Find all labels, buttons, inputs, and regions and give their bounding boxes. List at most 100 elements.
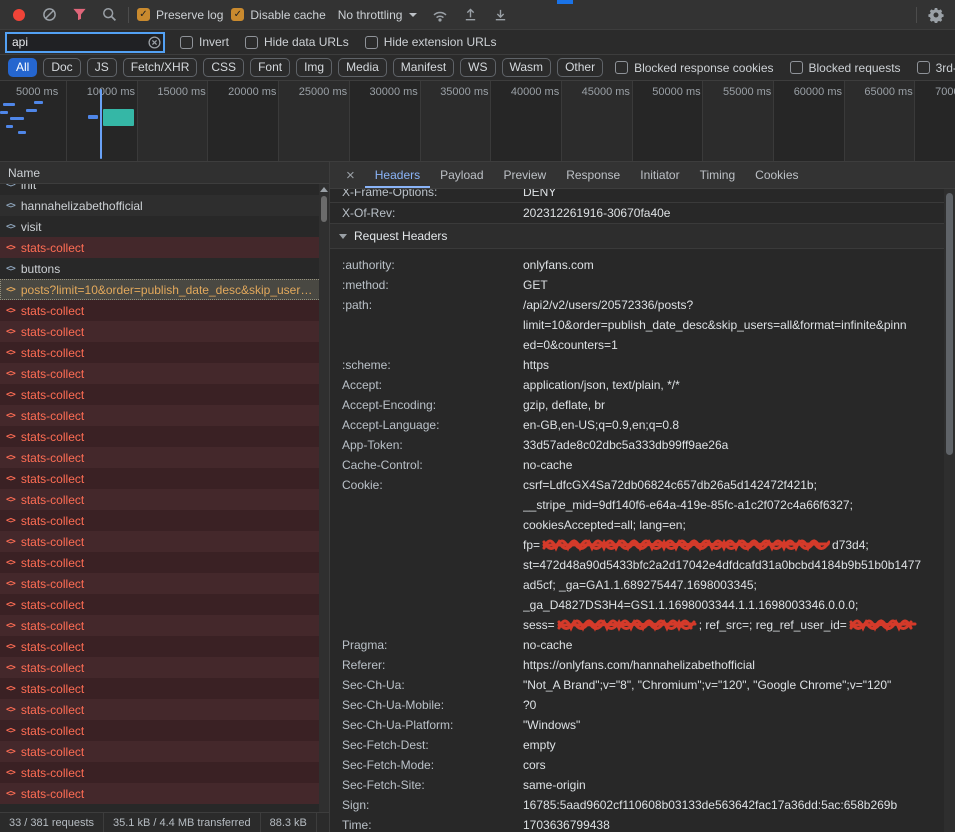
header-value: 202312261916-30670fa40e: [523, 203, 944, 223]
request-row-stats-collect[interactable]: <>stats-collect: [0, 489, 329, 510]
close-details-button[interactable]: ×: [336, 162, 365, 188]
request-row-stats-collect[interactable]: <>stats-collect: [0, 678, 329, 699]
request-name: stats-collect: [21, 346, 313, 360]
toolbar-divider: [128, 7, 129, 23]
checkbox-3rd-party-requests[interactable]: 3rd-party requests: [917, 61, 955, 75]
header-value: gzip, deflate, br: [523, 395, 944, 415]
type-chip-js[interactable]: JS: [87, 58, 117, 77]
request-row-stats-collect[interactable]: <>stats-collect: [0, 237, 329, 258]
header-name: :scheme:: [330, 355, 523, 375]
header-row-authority: :authority:onlyfans.com: [330, 255, 944, 275]
checkbox-hide-data-urls[interactable]: Hide data URLs: [245, 35, 349, 49]
scroll-up-arrow-icon[interactable]: [320, 187, 328, 192]
request-row-stats-collect[interactable]: <>stats-collect: [0, 615, 329, 636]
type-chip-media[interactable]: Media: [338, 58, 387, 77]
request-row-stats-collect[interactable]: <>stats-collect: [0, 447, 329, 468]
type-chip-manifest[interactable]: Manifest: [393, 58, 454, 77]
request-row-stats-collect[interactable]: <>stats-collect: [0, 741, 329, 762]
request-row-stats-collect[interactable]: <> stats-collect: [0, 426, 329, 447]
record-button[interactable]: [8, 3, 30, 27]
export-har-button[interactable]: [489, 3, 511, 27]
import-har-button[interactable]: [459, 3, 481, 27]
clear-filter-icon[interactable]: [148, 36, 161, 49]
tab-preview[interactable]: Preview: [494, 162, 557, 188]
request-row-buttons[interactable]: <>buttons: [0, 258, 329, 279]
checkbox-hide-extension-urls[interactable]: Hide extension URLs: [365, 35, 497, 49]
tab-initiator[interactable]: Initiator: [630, 162, 689, 188]
request-name: stats-collect: [21, 430, 313, 444]
name-column-header[interactable]: Name: [0, 162, 329, 184]
request-row-stats-collect[interactable]: <>stats-collect: [0, 363, 329, 384]
tab-headers[interactable]: Headers: [365, 162, 430, 188]
timeline-overview[interactable]: 5000 ms10000 ms15000 ms20000 ms25000 ms3…: [0, 81, 955, 162]
header-value: csrf=LdfcGX4Sa72db06824c657db26a5d142472…: [523, 475, 944, 635]
settings-gear-button[interactable]: [925, 3, 947, 27]
request-name: stats-collect: [21, 661, 313, 675]
request-row-stats-collect[interactable]: <>stats-collect: [0, 762, 329, 783]
request-list-scrollbar[interactable]: [319, 184, 329, 812]
request-row-stats-collect[interactable]: <>stats-collect: [0, 573, 329, 594]
request-row-stats-collect[interactable]: <>stats-collect: [0, 720, 329, 741]
type-chip-font[interactable]: Font: [250, 58, 290, 77]
search-button[interactable]: [98, 3, 120, 27]
throttling-dropdown[interactable]: No throttling: [334, 8, 422, 22]
checkbox-invert[interactable]: Invert: [180, 35, 229, 49]
request-row-init[interactable]: <>init: [0, 184, 329, 195]
header-value: onlyfans.com: [523, 255, 944, 275]
type-chip-other[interactable]: Other: [557, 58, 603, 77]
request-row-stats-collect[interactable]: <>stats-collect: [0, 321, 329, 342]
request-row-stats-collect[interactable]: <>stats-collect: [0, 342, 329, 363]
request-row-stats-collect[interactable]: <>stats-collect: [0, 594, 329, 615]
request-name: stats-collect: [21, 304, 313, 318]
header-value: same-origin: [523, 775, 944, 795]
type-chip-img[interactable]: Img: [296, 58, 332, 77]
type-chip-all[interactable]: All: [8, 58, 37, 77]
request-type-icon: <>: [6, 726, 15, 736]
type-chip-doc[interactable]: Doc: [43, 58, 80, 77]
details-scrollbar[interactable]: [944, 189, 955, 832]
redaction-scribble: [542, 538, 830, 552]
checkbox-blocked-requests[interactable]: Blocked requests: [790, 61, 901, 75]
tab-cookies[interactable]: Cookies: [745, 162, 808, 188]
request-row-stats-collect[interactable]: <>stats-collect: [0, 657, 329, 678]
filter-input[interactable]: [6, 33, 164, 52]
request-row-stats-collect[interactable]: <>stats-collect: [0, 552, 329, 573]
request-row-stats-collect[interactable]: <>stats-collect: [0, 468, 329, 489]
request-row-stats-collect[interactable]: <>stats-collect: [0, 384, 329, 405]
request-row-hannahelizabethofficial[interactable]: <>hannahelizabethofficial: [0, 195, 329, 216]
network-conditions-button[interactable]: [429, 3, 451, 27]
request-row-stats-collect[interactable]: <>stats-collect: [0, 300, 329, 321]
request-row-stats-collect[interactable]: <>stats-collect: [0, 510, 329, 531]
request-row-stats-collect[interactable]: <>stats-collect: [0, 783, 329, 804]
request-row-posts-limit-10-order-publish-date-desc-s[interactable]: <>posts?limit=10&order=publish_date_desc…: [0, 279, 329, 300]
checkbox-blocked-response-cookies[interactable]: Blocked response cookies: [615, 61, 773, 75]
timeline-waterfall-bar: [103, 109, 134, 126]
tab-timing[interactable]: Timing: [690, 162, 746, 188]
request-row-stats-collect[interactable]: <>stats-collect: [0, 531, 329, 552]
type-chip-wasm[interactable]: Wasm: [502, 58, 552, 77]
request-row-stats-collect[interactable]: <>stats-collect: [0, 699, 329, 720]
timeline-waterfall-bar: [88, 115, 98, 119]
preserve-log-checkbox[interactable]: Preserve log: [137, 8, 223, 22]
request-row-stats-collect[interactable]: <>stats-collect: [0, 636, 329, 657]
request-row-visit[interactable]: <>visit: [0, 216, 329, 237]
tab-payload[interactable]: Payload: [430, 162, 493, 188]
request-headers-section[interactable]: Request Headers: [330, 224, 944, 249]
clear-network-log-button[interactable]: [38, 3, 60, 27]
header-name: Sign:: [330, 795, 523, 815]
request-name: stats-collect: [21, 766, 313, 780]
disable-cache-checkbox[interactable]: Disable cache: [231, 8, 325, 22]
type-chip-css[interactable]: CSS: [203, 58, 244, 77]
filter-button[interactable]: [68, 3, 90, 27]
download-icon: [493, 7, 508, 22]
type-chip-fetch-xhr[interactable]: Fetch/XHR: [123, 58, 198, 77]
request-type-icon: <>: [6, 621, 15, 631]
type-chip-ws[interactable]: WS: [460, 58, 495, 77]
tab-response[interactable]: Response: [556, 162, 630, 188]
scrollbar-thumb[interactable]: [321, 196, 327, 222]
request-type-icon: <>: [6, 705, 15, 715]
timeline-waterfall-bar: [3, 103, 15, 106]
request-type-icon: <>: [6, 432, 15, 442]
scrollbar-thumb[interactable]: [946, 193, 953, 455]
request-row-stats-collect[interactable]: <>stats-collect: [0, 405, 329, 426]
